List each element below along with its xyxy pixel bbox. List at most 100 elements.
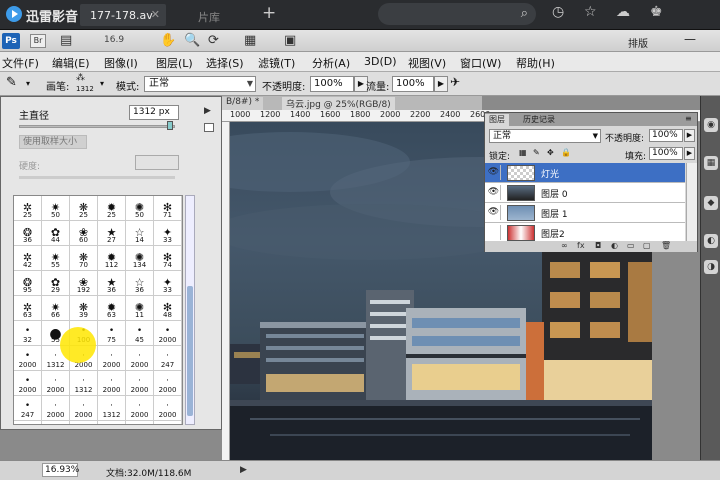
tab-layers[interactable]: 图层 xyxy=(485,114,509,126)
menu-window[interactable]: 窗口(W) xyxy=(460,55,501,71)
brush-preset[interactable]: ☆ 14 xyxy=(126,221,154,246)
menu-layer[interactable]: 图层(L) xyxy=(156,55,193,71)
player-tab-library[interactable]: 片库 xyxy=(168,4,254,26)
brush-preset[interactable]: ❂ 36 xyxy=(14,221,42,246)
brush-preset[interactable]: ·2000 xyxy=(98,421,126,424)
document-tab-1[interactable]: B/8#) * xyxy=(222,97,264,110)
brush-preset[interactable]: ✻ 48 xyxy=(154,296,182,321)
player-tab-video[interactable]: 177-178.av ✕ xyxy=(80,4,166,26)
minimize-icon[interactable]: — xyxy=(684,32,696,46)
brush-preset[interactable]: ✷ 55 xyxy=(42,246,70,271)
brush-preset[interactable]: ·2000 xyxy=(154,396,182,421)
delete-layer-icon[interactable]: 🗑 xyxy=(661,241,671,250)
brush-preset[interactable]: •2000 xyxy=(14,346,42,371)
menu-image[interactable]: 图像(I) xyxy=(104,55,138,71)
visibility-eye-icon[interactable]: 👁 xyxy=(487,165,501,180)
layer-blend-mode-select[interactable]: 正常 ▼ xyxy=(489,129,601,143)
adjustments-panel-icon[interactable]: ◐ xyxy=(704,234,718,248)
brush-preset[interactable]: ·2000 xyxy=(70,421,98,424)
brush-preset[interactable]: • 45 xyxy=(126,321,154,346)
brush-preset[interactable]: ❋ 39 xyxy=(70,296,98,321)
brush-preset[interactable]: ✻ 71 xyxy=(154,196,182,221)
hand-tool-icon[interactable]: ✋ xyxy=(160,33,176,48)
player-search-input[interactable]: ⌕ xyxy=(378,3,536,25)
layer-style-icon[interactable]: fx xyxy=(577,241,585,250)
brush-tool-icon[interactable]: ✎ xyxy=(6,75,17,90)
styles-panel-icon[interactable]: ◆ xyxy=(704,196,718,210)
menu-file[interactable]: 文件(F) xyxy=(2,55,39,71)
link-layers-icon[interactable]: ∞ xyxy=(561,241,568,250)
master-diameter-slider[interactable] xyxy=(19,125,175,128)
brush-preset[interactable]: ❋ 70 xyxy=(70,246,98,271)
panel-menu-icon[interactable]: ▶ xyxy=(204,106,211,116)
brush-preset[interactable]: •2000 xyxy=(154,321,182,346)
zoom-tool-icon[interactable]: 🔍 xyxy=(184,33,200,48)
brush-preset[interactable]: ✿ 44 xyxy=(42,221,70,246)
visibility-eye-icon[interactable]: 👁 xyxy=(487,205,501,220)
brush-preset[interactable]: · 1312 xyxy=(98,396,126,421)
arrange-documents-icon[interactable]: ▦ xyxy=(244,33,256,48)
lock-image-icon[interactable]: ✎ xyxy=(533,148,540,157)
menu-analysis[interactable]: 分析(A) xyxy=(312,55,350,71)
brush-preset[interactable]: ✹ 25 xyxy=(98,196,126,221)
brush-preset[interactable]: ★ 27 xyxy=(98,221,126,246)
brush-preset[interactable]: ✹ 112 xyxy=(98,246,126,271)
visibility-eye-icon[interactable] xyxy=(487,225,501,240)
brush-size-readout[interactable]: 1312 xyxy=(76,85,94,93)
brush-preset[interactable]: ·2000 xyxy=(126,421,154,424)
airbrush-icon[interactable]: ✈ xyxy=(450,75,460,89)
brush-preset[interactable]: ✲ 63 xyxy=(14,296,42,321)
flow-field[interactable]: 100% xyxy=(392,76,434,92)
menu-select[interactable]: 选择(S) xyxy=(206,55,244,71)
star-icon[interactable]: ☆ xyxy=(584,4,597,20)
layer-row-layer2[interactable]: 图层2 xyxy=(485,223,685,241)
menu-edit[interactable]: 编辑(E) xyxy=(52,55,90,71)
brush-preset[interactable]: ✹ 63 xyxy=(98,296,126,321)
brush-picker-arrow-icon[interactable]: ▾ xyxy=(100,79,104,88)
layers-scrollbar[interactable] xyxy=(686,163,697,241)
workspace-switcher[interactable]: 排版 xyxy=(628,35,648,50)
add-tab-icon[interactable]: + xyxy=(262,3,276,23)
brush-preset[interactable]: ❂ 95 xyxy=(14,271,42,296)
new-layer-icon[interactable]: ▢ xyxy=(643,241,651,250)
zoom-field[interactable]: 16.93% xyxy=(42,463,79,477)
layer-mask-icon[interactable]: ◘ xyxy=(595,241,601,250)
mode-select[interactable]: 正常 ▼ xyxy=(144,76,256,92)
brush-preview-icon[interactable]: ⁂ xyxy=(76,73,85,83)
brush-preset[interactable]: ·2000 xyxy=(154,371,182,396)
brush-preset[interactable]: •2000 xyxy=(14,371,42,396)
search-icon[interactable]: ⌕ xyxy=(521,6,528,21)
layer-row-lights[interactable]: 👁 灯光 xyxy=(485,163,685,183)
rotate-view-icon[interactable]: ⟳ xyxy=(208,33,219,48)
skin-icon[interactable]: ♚ xyxy=(650,4,663,20)
layer-opacity-field[interactable]: 100% xyxy=(649,129,683,142)
new-group-icon[interactable]: ▭ xyxy=(627,241,635,250)
brush-preset[interactable]: ·2000 xyxy=(42,396,70,421)
opacity-field[interactable]: 100% xyxy=(310,76,354,92)
brush-preset[interactable]: ·2000 xyxy=(126,396,154,421)
hardness-slider[interactable] xyxy=(19,176,175,179)
layer-opacity-arrow-icon[interactable]: ▶ xyxy=(684,129,695,142)
brush-preset[interactable]: ✺ 134 xyxy=(126,246,154,271)
brush-preset[interactable]: ✺ 50 xyxy=(126,196,154,221)
menu-view[interactable]: 视图(V) xyxy=(408,55,446,71)
brush-preset[interactable]: ❀ 192 xyxy=(70,271,98,296)
master-diameter-field[interactable]: 1312 px xyxy=(129,105,179,120)
new-preset-icon[interactable] xyxy=(204,123,214,132)
use-sample-size-button[interactable]: 使用取样大小 xyxy=(19,135,87,149)
history-icon[interactable]: ◷ xyxy=(552,4,564,20)
brush-preset[interactable]: ★ 36 xyxy=(98,271,126,296)
brush-preset[interactable]: • 75 xyxy=(98,321,126,346)
brush-grid-scrollbar-thumb[interactable] xyxy=(187,286,193,416)
brush-preset[interactable]: ·2000 xyxy=(70,396,98,421)
close-icon[interactable]: ✕ xyxy=(151,8,160,21)
brush-preset[interactable]: • 247 xyxy=(14,396,42,421)
master-diameter-slider-thumb[interactable] xyxy=(167,121,173,130)
brush-preset[interactable]: ❋ 25 xyxy=(70,196,98,221)
visibility-eye-icon[interactable]: 👁 xyxy=(487,185,501,200)
brush-preset[interactable]: ✺ 11 xyxy=(126,296,154,321)
hardness-field[interactable] xyxy=(135,155,179,170)
menu-filter[interactable]: 滤镜(T) xyxy=(258,55,295,71)
menu-3d[interactable]: 3D(D) xyxy=(364,55,397,68)
color-panel-icon[interactable]: ◉ xyxy=(704,118,718,132)
